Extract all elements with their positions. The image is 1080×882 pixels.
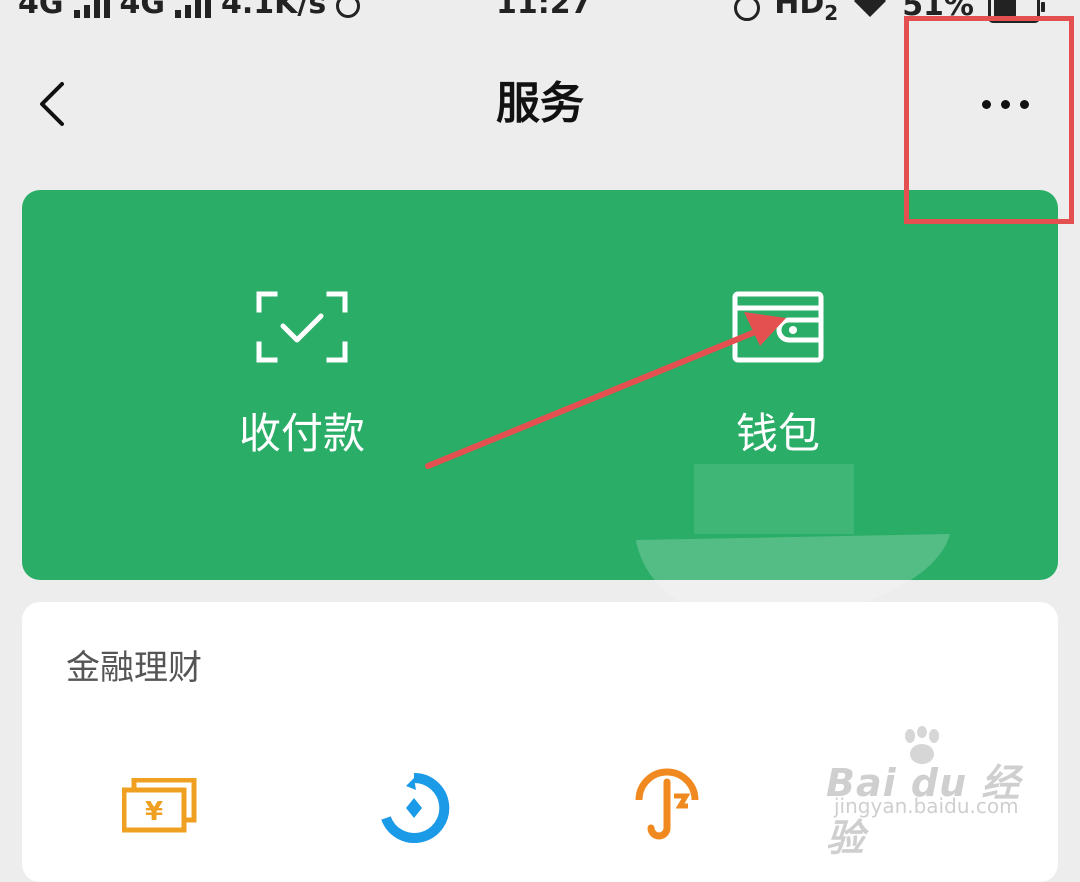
annotation-highlight-box xyxy=(904,16,1074,224)
hd-indicator: HD2 xyxy=(774,0,839,25)
status-left: 4G 4G 4.1K/s xyxy=(18,0,361,21)
signal-icon-2 xyxy=(175,0,211,18)
network-speed: 4.1K/s xyxy=(221,0,327,21)
service-item-pay[interactable]: 收付款 xyxy=(182,290,422,460)
svg-text:¥: ¥ xyxy=(145,797,163,827)
status-time: 11:27 xyxy=(496,0,592,21)
finance-section-title: 金融理财 xyxy=(66,648,202,688)
wallet-icon xyxy=(732,291,824,363)
network-type-1: 4G xyxy=(18,0,64,21)
wifi-icon xyxy=(854,0,887,17)
signal-icon xyxy=(73,0,110,18)
service-item-wallet[interactable]: 钱包 xyxy=(658,290,898,460)
insurance-umbrella-icon[interactable] xyxy=(634,768,700,844)
service-item-wallet-label: 钱包 xyxy=(735,409,820,458)
wealth-coin-icon[interactable] xyxy=(378,772,450,844)
scan-check-icon xyxy=(256,291,348,363)
data-saver-icon xyxy=(336,0,361,18)
alarm-icon xyxy=(734,0,761,21)
finance-card: 金融理财 ¥ xyxy=(22,602,1058,882)
service-item-pay-label: 收付款 xyxy=(238,409,365,458)
service-card: 收付款 钱包 xyxy=(22,190,1058,580)
cash-yuan-icon[interactable]: ¥ xyxy=(122,778,198,834)
network-type-2: 4G xyxy=(119,0,166,21)
